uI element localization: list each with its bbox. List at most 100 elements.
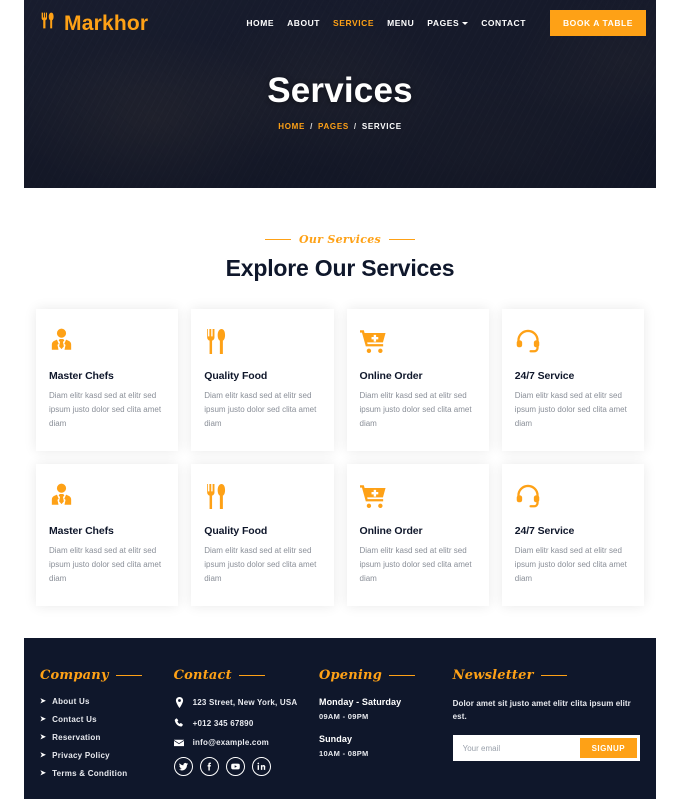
service-card-text: Diam elitr kasd sed at elitr sed ipsum j… xyxy=(514,546,627,583)
footer: Company ➤ About Us ➤ Contact Us ➤ Reserv… xyxy=(24,638,656,799)
footer-column-newsletter: Newsletter Dolor amet sit justo amet eli… xyxy=(452,668,640,787)
section-title: Explore Our Services xyxy=(225,255,455,281)
service-card[interactable]: 24/7 Service Diam elitr kasd sed at elitr… xyxy=(501,309,644,451)
cart-plus-icon xyxy=(359,326,476,356)
footer-column-opening: Opening Monday - Saturday 09AM - 09PM Su… xyxy=(319,668,439,787)
footer-address: 123 Street, New York, USA xyxy=(174,697,305,708)
linkedin-icon[interactable] xyxy=(251,757,271,776)
title-rule xyxy=(115,674,142,677)
service-card[interactable]: Online Order Diam elitr kasd sed at elitr… xyxy=(346,464,489,606)
nav-item-menu[interactable]: MENU xyxy=(387,18,414,28)
chevron-right-icon: ➤ xyxy=(40,698,47,705)
footer-company-header: Company xyxy=(40,668,160,683)
chevron-right-icon: ➤ xyxy=(40,716,47,723)
user-tie-icon xyxy=(49,326,165,356)
chevron-right-icon: ➤ xyxy=(40,734,47,741)
footer-link-about-us[interactable]: ➤ About Us xyxy=(40,697,160,706)
title-rule xyxy=(389,674,416,677)
main-nav: HOME ABOUT SERVICE MENU PAGES CONTACT BO… xyxy=(246,10,646,36)
envelope-icon xyxy=(174,739,185,747)
social-links xyxy=(173,757,305,776)
nav-item-about[interactable]: ABOUT xyxy=(287,18,320,28)
newsletter-email-input[interactable] xyxy=(455,743,580,753)
page-root: Markhor HOME ABOUT SERVICE MENU PAGES CO… xyxy=(0,0,680,799)
footer-phone-text: +012 345 67890 xyxy=(192,718,254,728)
nav-item-pages[interactable]: PAGES xyxy=(427,18,469,28)
newsletter-description: Dolor amet sit justo amet elitr clita ip… xyxy=(452,699,631,722)
youtube-icon[interactable] xyxy=(225,757,245,776)
service-card[interactable]: Master Chefs Diam elitr kasd sed at elitr… xyxy=(36,309,179,451)
service-card-title: Quality Food xyxy=(204,525,268,537)
footer-link-contact-us[interactable]: ➤ Contact Us xyxy=(40,715,160,724)
service-card[interactable]: Master Chefs Diam elitr kasd sed at elitr… xyxy=(36,464,179,606)
nav-label: HOME xyxy=(246,18,275,28)
twitter-icon[interactable] xyxy=(173,757,193,776)
footer-link-reservation[interactable]: ➤ Reservation xyxy=(40,733,160,742)
phone-icon xyxy=(174,718,185,728)
chevron-right-icon: ➤ xyxy=(40,752,47,759)
footer-column-company: Company ➤ About Us ➤ Contact Us ➤ Reserv… xyxy=(40,668,160,787)
nav-label: PAGES xyxy=(427,18,460,28)
hero-content: Services HOME / PAGES / SERVICE xyxy=(24,46,656,131)
newsletter-signup-button[interactable]: SIGNUP xyxy=(579,738,637,759)
nav-item-service[interactable]: SERVICE xyxy=(333,18,374,28)
footer-email: info@example.com xyxy=(174,738,305,747)
map-marker-icon xyxy=(174,697,185,708)
eyebrow-line-right xyxy=(389,239,415,240)
content-frame: Markhor HOME ABOUT SERVICE MENU PAGES CO… xyxy=(24,0,656,799)
services-section: Our Services Explore Our Services Master… xyxy=(24,188,656,638)
nav-label: ABOUT xyxy=(287,18,321,28)
title-rule xyxy=(238,674,265,677)
footer-opening-title: Opening xyxy=(318,668,383,683)
nav-item-contact[interactable]: CONTACT xyxy=(481,18,526,28)
service-card-text: Diam elitr kasd sed at elitr sed ipsum j… xyxy=(514,391,627,428)
page-title: Services xyxy=(267,71,413,110)
services-grid: Master Chefs Diam elitr kasd sed at elitr… xyxy=(36,309,644,606)
nav-item-home[interactable]: HOME xyxy=(246,18,274,28)
breadcrumb-item-home[interactable]: HOME xyxy=(278,122,305,131)
footer-newsletter-title: Newsletter xyxy=(452,668,534,683)
service-card-title: Online Order xyxy=(359,370,423,382)
footer-columns: Company ➤ About Us ➤ Contact Us ➤ Reserv… xyxy=(40,668,640,787)
service-card-title: Master Chefs xyxy=(49,370,114,382)
facebook-icon[interactable] xyxy=(199,757,219,776)
service-card[interactable]: Quality Food Diam elitr kasd sed at elitr… xyxy=(191,309,334,451)
footer-link-label: About Us xyxy=(52,697,90,706)
nav-label: CONTACT xyxy=(481,18,526,28)
brand-logo[interactable]: Markhor xyxy=(38,11,148,35)
service-card-text: Diam elitr kasd sed at elitr sed ipsum j… xyxy=(49,391,162,428)
service-card-text: Diam elitr kasd sed at elitr sed ipsum j… xyxy=(204,391,317,428)
newsletter-form: SIGNUP xyxy=(452,735,640,762)
opening-days-weekday: Monday - Saturday xyxy=(318,697,402,707)
headset-icon xyxy=(515,326,631,356)
service-card[interactable]: Quality Food Diam elitr kasd sed at elitr… xyxy=(191,464,334,606)
footer-contact-title: Contact xyxy=(173,668,232,683)
footer-email-text: info@example.com xyxy=(192,738,269,747)
service-card-text: Diam elitr kasd sed at elitr sed ipsum j… xyxy=(359,391,472,428)
section-eyebrow-row: Our Services xyxy=(36,233,644,246)
service-card[interactable]: Online Order Diam elitr kasd sed at elitr… xyxy=(346,309,489,451)
footer-link-label: Contact Us xyxy=(52,715,97,724)
service-card-text: Diam elitr kasd sed at elitr sed ipsum j… xyxy=(204,546,317,583)
footer-link-terms-condition[interactable]: ➤ Terms & Condition xyxy=(40,769,160,778)
service-card[interactable]: 24/7 Service Diam elitr kasd sed at elitr… xyxy=(501,464,644,606)
breadcrumb-item-pages[interactable]: PAGES xyxy=(318,122,349,131)
user-tie-icon xyxy=(49,481,165,511)
footer-link-privacy-policy[interactable]: ➤ Privacy Policy xyxy=(40,751,160,760)
chevron-down-icon xyxy=(462,21,469,25)
hero-section: Markhor HOME ABOUT SERVICE MENU PAGES CO… xyxy=(24,0,656,188)
utensils-icon xyxy=(204,481,320,511)
title-rule xyxy=(540,674,567,677)
footer-link-label: Privacy Policy xyxy=(52,751,110,760)
footer-link-label: Reservation xyxy=(52,733,101,742)
breadcrumb-item-service: SERVICE xyxy=(361,121,402,131)
service-card-text: Diam elitr kasd sed at elitr sed ipsum j… xyxy=(49,546,162,583)
chevron-right-icon: ➤ xyxy=(40,770,47,777)
footer-newsletter-header: Newsletter xyxy=(453,668,640,683)
service-card-text: Diam elitr kasd sed at elitr sed ipsum j… xyxy=(359,546,472,583)
fork-knife-icon xyxy=(38,11,57,35)
utensils-icon xyxy=(204,326,320,356)
section-eyebrow: Our Services xyxy=(298,233,381,246)
book-a-table-button[interactable]: BOOK A TABLE xyxy=(549,10,646,36)
opening-days-sunday: Sunday xyxy=(318,734,353,744)
